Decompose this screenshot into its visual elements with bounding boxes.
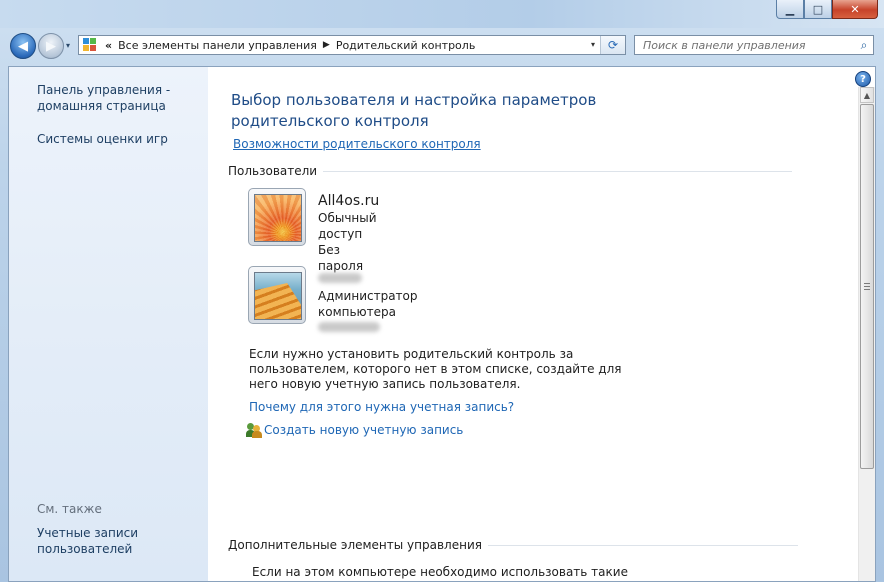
- create-account-link[interactable]: Создать новую учетную запись: [246, 422, 463, 438]
- additional-controls-label: Дополнительные элементы управления: [228, 538, 482, 552]
- instruction-text: Если нужно установить родительский контр…: [249, 347, 622, 391]
- additional-controls-text: Если на этом компьютере необходимо испол…: [252, 565, 628, 579]
- page-title: Выбор пользователя и настройка параметро…: [231, 91, 597, 130]
- forward-button[interactable]: ▶: [38, 33, 64, 59]
- users-section-label: Пользователи: [228, 164, 318, 178]
- sidebar-link-user-accounts[interactable]: Учетные записи пользователей: [37, 525, 187, 557]
- user-picture-frame: [248, 188, 306, 246]
- blurred-user-name: [318, 270, 418, 288]
- navigation-bar: ◀ ▶ ▾ « Все элементы панели управления ▶…: [0, 30, 884, 62]
- user-name: All4os.ru: [318, 193, 380, 209]
- breadcrumb-parental-control[interactable]: Родительский контроль: [336, 39, 476, 52]
- back-arrow-icon: ◀: [18, 38, 28, 54]
- search-icon[interactable]: ⌕: [855, 38, 873, 53]
- control-panel-icon: [83, 38, 99, 52]
- window-controls: ▁ □ ✕: [776, 0, 878, 20]
- stairs-avatar: [254, 272, 302, 320]
- vertical-scrollbar[interactable]: ▲: [858, 87, 875, 581]
- why-account-link[interactable]: Почему для этого нужна учетная запись?: [249, 400, 514, 414]
- search-input[interactable]: [641, 36, 855, 54]
- minimize-button[interactable]: ▁: [776, 0, 804, 19]
- close-button[interactable]: ✕: [832, 0, 878, 19]
- refresh-button[interactable]: ⟳: [600, 36, 625, 54]
- user-info: Администратор компьютера: [318, 270, 418, 336]
- create-account-label[interactable]: Создать новую учетную запись: [264, 423, 463, 437]
- section-divider: [323, 170, 792, 172]
- users-icon: [246, 422, 262, 438]
- user-picture-frame: [248, 266, 306, 324]
- main-panel: Выбор пользователя и настройка параметро…: [208, 67, 859, 581]
- breadcrumb-all-items[interactable]: Все элементы панели управления: [118, 39, 317, 52]
- scroll-up-button[interactable]: ▲: [860, 87, 874, 103]
- forward-arrow-icon: ▶: [46, 38, 56, 54]
- user-access-type: Администратор компьютера: [318, 289, 418, 319]
- window-frame: ▁ □ ✕ ◀ ▶ ▾ « Все элементы панели управл…: [0, 0, 884, 582]
- content-area: Панель управления - домашняя страница Си…: [8, 66, 876, 582]
- refresh-icon: ⟳: [607, 38, 619, 52]
- breadcrumb-separator-icon[interactable]: ▶: [323, 40, 330, 50]
- back-button[interactable]: ◀: [10, 33, 36, 59]
- address-dropdown-icon[interactable]: ▾: [591, 40, 595, 49]
- scroll-thumb[interactable]: [860, 104, 874, 469]
- address-overflow[interactable]: «: [105, 39, 112, 52]
- title-bar: ▁ □ ✕: [0, 0, 884, 28]
- recent-pages-dropdown-icon[interactable]: ▾: [66, 41, 70, 50]
- sidebar-link-game-ratings[interactable]: Системы оценки игр: [37, 131, 168, 147]
- see-also-label: См. также: [37, 502, 102, 516]
- address-bar[interactable]: « Все элементы панели управления ▶ Родит…: [78, 35, 626, 55]
- additional-controls-header: Дополнительные элементы управления: [228, 538, 798, 552]
- maximize-button[interactable]: □: [804, 0, 832, 19]
- sidebar: Панель управления - домашняя страница Си…: [9, 67, 208, 581]
- users-section-header: Пользователи: [228, 164, 792, 178]
- flower-avatar: [254, 194, 302, 242]
- user-access-type: Обычный доступ: [318, 211, 377, 241]
- blurred-user-status: [318, 320, 418, 336]
- section-divider: [487, 544, 798, 546]
- features-link[interactable]: Возможности родительского контроля: [233, 137, 481, 151]
- scroll-grip-icon: [864, 283, 870, 291]
- user-info: All4os.ru Обычный доступ Без пароля: [318, 192, 379, 274]
- sidebar-link-home[interactable]: Панель управления - домашняя страница: [37, 82, 197, 114]
- help-icon[interactable]: ?: [855, 71, 871, 87]
- search-box[interactable]: ⌕: [634, 35, 874, 55]
